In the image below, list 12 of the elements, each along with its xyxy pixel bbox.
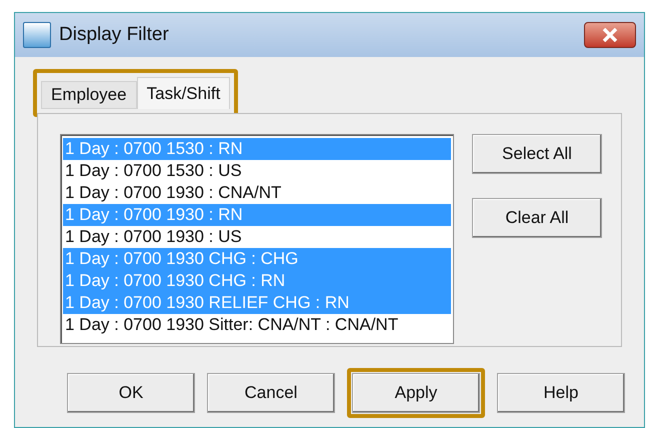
tab[interactable]: Employee xyxy=(41,81,137,109)
tab[interactable]: Task/Shift xyxy=(136,77,230,109)
dialog-button[interactable]: Cancel xyxy=(207,373,335,413)
list-action-button[interactable]: Clear All xyxy=(472,198,602,238)
window-title: Display Filter xyxy=(59,22,169,47)
app-logo-icon xyxy=(23,22,51,48)
dialog-button[interactable]: Help xyxy=(497,373,625,413)
close-button[interactable] xyxy=(584,22,636,48)
dialog-button[interactable]: Apply xyxy=(352,373,480,413)
close-icon xyxy=(602,28,618,42)
dialog-button[interactable]: OK xyxy=(67,373,195,413)
list-action-button[interactable]: Select All xyxy=(472,134,602,174)
